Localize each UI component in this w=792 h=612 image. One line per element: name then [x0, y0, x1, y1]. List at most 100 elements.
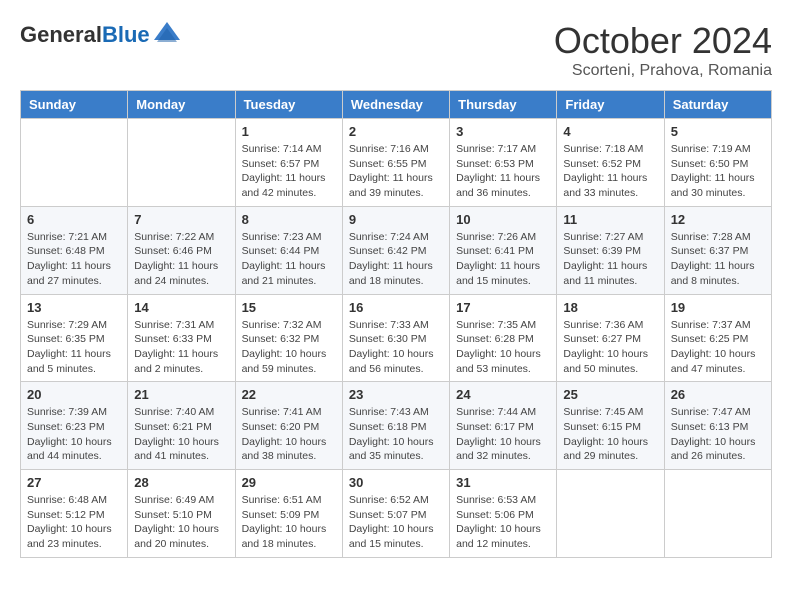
day-info: Sunrise: 6:53 AMSunset: 5:06 PMDaylight:…	[456, 493, 550, 552]
day-number: 14	[134, 300, 228, 315]
month-title: October 2024	[554, 20, 772, 62]
day-cell: 25 Sunrise: 7:45 AMSunset: 6:15 PMDayligh…	[557, 382, 664, 470]
day-cell: 21 Sunrise: 7:40 AMSunset: 6:21 PMDayligh…	[128, 382, 235, 470]
weekday-header-monday: Monday	[128, 91, 235, 119]
day-number: 7	[134, 212, 228, 227]
day-cell: 13Sunrise: 7:29 AMSunset: 6:35 PMDayligh…	[21, 294, 128, 382]
title-section: October 2024 Scorteni, Prahova, Romania	[554, 20, 772, 80]
day-number: 16	[349, 300, 443, 315]
day-info: Sunrise: 6:51 AMSunset: 5:09 PMDaylight:…	[242, 493, 336, 552]
day-number: 22	[242, 387, 336, 402]
day-cell: 3 Sunrise: 7:17 AMSunset: 6:53 PMDaylight…	[450, 119, 557, 207]
day-info: Sunrise: 7:22 AMSunset: 6:46 PMDaylight:…	[134, 230, 228, 289]
day-cell: 22 Sunrise: 7:41 AMSunset: 6:20 PMDayligh…	[235, 382, 342, 470]
day-number: 31	[456, 475, 550, 490]
day-number: 17	[456, 300, 550, 315]
day-cell: 14 Sunrise: 7:31 AMSunset: 6:33 PMDayligh…	[128, 294, 235, 382]
logo-general: General	[20, 22, 102, 47]
day-cell: 8Sunrise: 7:23 AMSunset: 6:44 PMDaylight…	[235, 206, 342, 294]
day-info: Sunrise: 7:19 AMSunset: 6:50 PMDaylight:…	[671, 142, 765, 201]
day-cell: 18 Sunrise: 7:36 AMSunset: 6:27 PMDayligh…	[557, 294, 664, 382]
day-cell: 5 Sunrise: 7:19 AMSunset: 6:50 PMDaylight…	[664, 119, 771, 207]
day-info: Sunrise: 7:33 AMSunset: 6:30 PMDaylight:…	[349, 318, 443, 377]
day-cell: 19 Sunrise: 7:37 AMSunset: 6:25 PMDayligh…	[664, 294, 771, 382]
page-header: GeneralBlue October 2024 Scorteni, Praho…	[20, 20, 772, 80]
logo: GeneralBlue	[20, 20, 182, 50]
day-info: Sunrise: 7:47 AMSunset: 6:13 PMDaylight:…	[671, 405, 765, 464]
day-info: Sunrise: 7:16 AMSunset: 6:55 PMDaylight:…	[349, 142, 443, 201]
logo-icon	[152, 20, 182, 50]
day-cell: 30Sunrise: 6:52 AMSunset: 5:07 PMDayligh…	[342, 470, 449, 558]
day-info: Sunrise: 7:44 AMSunset: 6:17 PMDaylight:…	[456, 405, 550, 464]
weekday-header-saturday: Saturday	[664, 91, 771, 119]
day-number: 8	[242, 212, 336, 227]
day-cell: 6 Sunrise: 7:21 AMSunset: 6:48 PMDaylight…	[21, 206, 128, 294]
day-info: Sunrise: 7:31 AMSunset: 6:33 PMDaylight:…	[134, 318, 228, 377]
weekday-header-sunday: Sunday	[21, 91, 128, 119]
day-number: 24	[456, 387, 550, 402]
day-info: Sunrise: 7:40 AMSunset: 6:21 PMDaylight:…	[134, 405, 228, 464]
calendar-table: SundayMondayTuesdayWednesdayThursdayFrid…	[20, 90, 772, 558]
day-number: 23	[349, 387, 443, 402]
day-info: Sunrise: 7:37 AMSunset: 6:25 PMDaylight:…	[671, 318, 765, 377]
day-number: 5	[671, 124, 765, 139]
day-number: 27	[27, 475, 121, 490]
day-info: Sunrise: 7:35 AMSunset: 6:28 PMDaylight:…	[456, 318, 550, 377]
location-title: Scorteni, Prahova, Romania	[554, 62, 772, 80]
day-info: Sunrise: 7:39 AMSunset: 6:23 PMDaylight:…	[27, 405, 121, 464]
day-info: Sunrise: 7:32 AMSunset: 6:32 PMDaylight:…	[242, 318, 336, 377]
weekday-header-friday: Friday	[557, 91, 664, 119]
day-cell: 16 Sunrise: 7:33 AMSunset: 6:30 PMDayligh…	[342, 294, 449, 382]
weekday-header-row: SundayMondayTuesdayWednesdayThursdayFrid…	[21, 91, 772, 119]
day-cell: 15 Sunrise: 7:32 AMSunset: 6:32 PMDayligh…	[235, 294, 342, 382]
day-cell	[664, 470, 771, 558]
day-number: 29	[242, 475, 336, 490]
day-info: Sunrise: 7:14 AMSunset: 6:57 PMDaylight:…	[242, 142, 336, 201]
day-cell: 29 Sunrise: 6:51 AMSunset: 5:09 PMDayligh…	[235, 470, 342, 558]
day-cell: 27 Sunrise: 6:48 AMSunset: 5:12 PMDayligh…	[21, 470, 128, 558]
day-cell: 4 Sunrise: 7:18 AMSunset: 6:52 PMDaylight…	[557, 119, 664, 207]
logo-blue: Blue	[102, 22, 150, 47]
day-cell: 24 Sunrise: 7:44 AMSunset: 6:17 PMDayligh…	[450, 382, 557, 470]
weekday-header-tuesday: Tuesday	[235, 91, 342, 119]
day-cell	[557, 470, 664, 558]
day-cell	[21, 119, 128, 207]
day-cell: 9Sunrise: 7:24 AMSunset: 6:42 PMDaylight…	[342, 206, 449, 294]
day-cell: 10Sunrise: 7:26 AMSunset: 6:41 PMDayligh…	[450, 206, 557, 294]
day-number: 18	[563, 300, 657, 315]
day-cell	[128, 119, 235, 207]
day-number: 4	[563, 124, 657, 139]
day-cell: 28Sunrise: 6:49 AMSunset: 5:10 PMDayligh…	[128, 470, 235, 558]
day-info: Sunrise: 7:27 AMSunset: 6:39 PMDaylight:…	[563, 230, 657, 289]
day-number: 21	[134, 387, 228, 402]
day-info: Sunrise: 7:45 AMSunset: 6:15 PMDaylight:…	[563, 405, 657, 464]
day-info: Sunrise: 7:24 AMSunset: 6:42 PMDaylight:…	[349, 230, 443, 289]
week-row-2: 6 Sunrise: 7:21 AMSunset: 6:48 PMDaylight…	[21, 206, 772, 294]
day-info: Sunrise: 6:48 AMSunset: 5:12 PMDaylight:…	[27, 493, 121, 552]
week-row-1: 1 Sunrise: 7:14 AMSunset: 6:57 PMDaylight…	[21, 119, 772, 207]
weekday-header-wednesday: Wednesday	[342, 91, 449, 119]
week-row-3: 13Sunrise: 7:29 AMSunset: 6:35 PMDayligh…	[21, 294, 772, 382]
week-row-4: 20 Sunrise: 7:39 AMSunset: 6:23 PMDayligh…	[21, 382, 772, 470]
day-number: 19	[671, 300, 765, 315]
day-cell: 26 Sunrise: 7:47 AMSunset: 6:13 PMDayligh…	[664, 382, 771, 470]
day-number: 25	[563, 387, 657, 402]
day-number: 28	[134, 475, 228, 490]
day-cell: 1 Sunrise: 7:14 AMSunset: 6:57 PMDaylight…	[235, 119, 342, 207]
day-info: Sunrise: 7:26 AMSunset: 6:41 PMDaylight:…	[456, 230, 550, 289]
day-number: 12	[671, 212, 765, 227]
day-info: Sunrise: 7:18 AMSunset: 6:52 PMDaylight:…	[563, 142, 657, 201]
day-info: Sunrise: 7:21 AMSunset: 6:48 PMDaylight:…	[27, 230, 121, 289]
day-number: 26	[671, 387, 765, 402]
day-number: 2	[349, 124, 443, 139]
day-number: 6	[27, 212, 121, 227]
day-info: Sunrise: 7:41 AMSunset: 6:20 PMDaylight:…	[242, 405, 336, 464]
day-info: Sunrise: 7:17 AMSunset: 6:53 PMDaylight:…	[456, 142, 550, 201]
day-number: 3	[456, 124, 550, 139]
day-info: Sunrise: 7:36 AMSunset: 6:27 PMDaylight:…	[563, 318, 657, 377]
day-number: 1	[242, 124, 336, 139]
day-number: 15	[242, 300, 336, 315]
day-number: 30	[349, 475, 443, 490]
day-number: 20	[27, 387, 121, 402]
day-cell: 31 Sunrise: 6:53 AMSunset: 5:06 PMDayligh…	[450, 470, 557, 558]
